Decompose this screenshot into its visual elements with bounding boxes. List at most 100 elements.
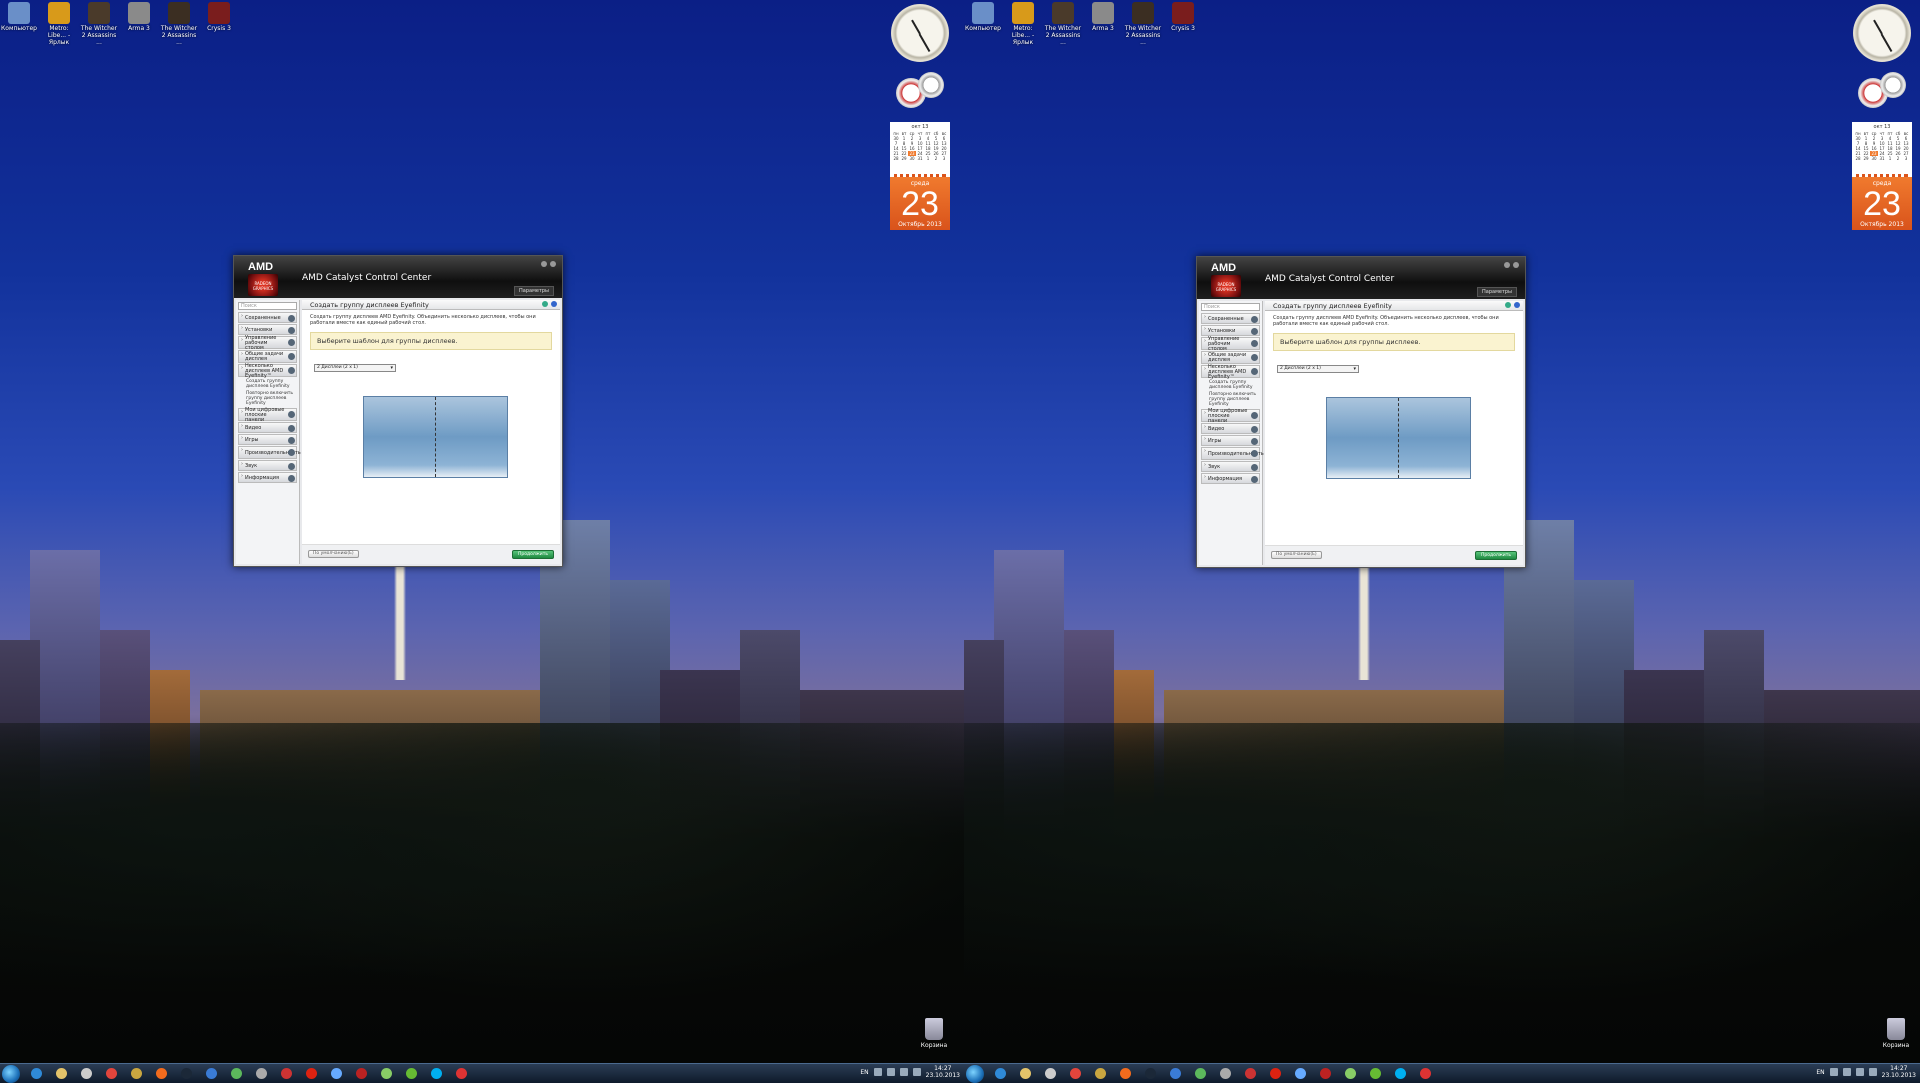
taskbar-app[interactable] [351, 1066, 371, 1082]
taskbar-app[interactable] [1240, 1066, 1260, 1082]
taskbar-app[interactable] [151, 1066, 171, 1082]
language-indicator[interactable]: EN [1816, 1069, 1824, 1076]
calendar-date[interactable]: 1 [1886, 156, 1894, 161]
taskbar-app[interactable] [326, 1066, 346, 1082]
sidebar-item[interactable]: Общие задачи дисплея [1201, 351, 1260, 364]
sidebar-item[interactable]: Сохраненные [238, 312, 297, 323]
start-button[interactable] [2, 1064, 20, 1083]
sidebar-subitem[interactable]: Повторно включить группу дисплеев Eyefin… [1199, 391, 1262, 408]
calendar-date[interactable]: 29 [1862, 156, 1870, 161]
taskbar-app[interactable] [1365, 1066, 1385, 1082]
calendar-date[interactable]: 29 [900, 156, 908, 161]
taskbar-app[interactable] [26, 1066, 46, 1082]
taskbar-app[interactable] [1165, 1066, 1185, 1082]
params-button[interactable]: Параметры [1477, 287, 1517, 297]
search-input[interactable]: Поиск [238, 302, 297, 310]
sidebar-item[interactable]: Управление рабочим столом [1201, 336, 1260, 351]
calendar-date[interactable]: 3 [940, 156, 948, 161]
calendar-date[interactable]: 1 [924, 156, 932, 161]
continue-button[interactable]: Продолжить [1475, 551, 1517, 560]
language-indicator[interactable]: EN [860, 1069, 868, 1076]
display-1[interactable] [1327, 398, 1398, 478]
close-icon[interactable] [550, 261, 556, 267]
default-button[interactable]: По умолчанию(E) [308, 550, 359, 558]
volume-icon[interactable] [899, 1068, 908, 1076]
taskbar-app[interactable] [301, 1066, 321, 1082]
taskbar-app[interactable] [126, 1066, 146, 1082]
taskbar-app[interactable] [990, 1066, 1010, 1082]
desktop-shortcut[interactable]: Crysis 3 [1164, 2, 1202, 46]
sidebar-item[interactable]: Информация [1201, 473, 1260, 484]
taskbar-app[interactable] [276, 1066, 296, 1082]
minimize-icon[interactable] [541, 261, 547, 267]
taskbar-app[interactable] [1390, 1066, 1410, 1082]
desktop-shortcut[interactable]: Компьютер [0, 2, 38, 46]
minimize-icon[interactable] [1504, 262, 1510, 268]
desktop-shortcut[interactable]: Metro: Libe... - Ярлык [1004, 2, 1042, 46]
catalyst-window[interactable]: AMD RADEON GRAPHICS AMD Catalyst Control… [233, 255, 563, 567]
display-2[interactable] [435, 397, 507, 477]
calendar-gadget[interactable]: окт 13 пн вт ср чт пт сб вс 30 1 2 3 4 5 6 7 8 9 10 11 12 13… [1852, 122, 1912, 230]
calendar-gadget[interactable]: окт 13 пн вт ср чт пт сб вс 30 1 2 3 4 5 6 7 8 9 10 11 12 13… [890, 122, 950, 230]
display-layout-preview[interactable] [1326, 397, 1471, 479]
calendar-date[interactable]: 28 [1854, 156, 1862, 161]
taskbar-app[interactable] [1140, 1066, 1160, 1082]
taskbar-app[interactable] [51, 1066, 71, 1082]
clock[interactable]: 14:27 23.10.2013 [926, 1065, 960, 1079]
taskbar-app[interactable] [1315, 1066, 1335, 1082]
tray-icon[interactable] [886, 1068, 895, 1076]
desktop-shortcut[interactable]: Компьютер [964, 2, 1002, 46]
taskbar-app[interactable] [1415, 1066, 1435, 1082]
window-header[interactable]: AMD RADEON GRAPHICS AMD Catalyst Control… [234, 256, 562, 298]
volume-icon[interactable] [1855, 1068, 1864, 1076]
clock-gadget[interactable] [1853, 4, 1911, 62]
sidebar-item[interactable]: Установки [238, 324, 297, 335]
sidebar-item[interactable]: Видео [1201, 423, 1260, 434]
desktop-shortcut[interactable]: Metro: Libe... - Ярлык [40, 2, 78, 46]
taskbar-app[interactable] [1065, 1066, 1085, 1082]
start-button[interactable] [966, 1064, 984, 1083]
back-icon[interactable] [1505, 302, 1511, 308]
tray-icon[interactable] [873, 1068, 882, 1076]
tray-icon[interactable] [1829, 1068, 1838, 1076]
taskbar-app[interactable] [251, 1066, 271, 1082]
desktop-shortcut[interactable]: Arma 3 [120, 2, 158, 46]
cpu-meter-gadget[interactable] [1858, 72, 1906, 110]
recycle-bin[interactable]: Корзина [1876, 1018, 1916, 1049]
taskbar-app[interactable] [1040, 1066, 1060, 1082]
taskbar-app[interactable] [76, 1066, 96, 1082]
tray-icon[interactable] [1842, 1068, 1851, 1076]
taskbar-app[interactable] [226, 1066, 246, 1082]
calendar-date[interactable]: 28 [892, 156, 900, 161]
sidebar-item[interactable]: Мои цифровые плоские панели [1201, 408, 1260, 423]
recycle-bin[interactable]: Корзина [914, 1018, 954, 1049]
sidebar-item[interactable]: Видео [238, 422, 297, 433]
default-button[interactable]: По умолчанию(E) [1271, 551, 1322, 559]
calendar-date[interactable]: 30 [1870, 156, 1878, 161]
taskbar-app[interactable] [1340, 1066, 1360, 1082]
sidebar-subitem[interactable]: Повторно включить группу дисплеев Eyefin… [236, 390, 299, 407]
calendar-date[interactable]: 30 [908, 156, 916, 161]
desktop-shortcut[interactable]: The Witcher 2 Assassins ... [160, 2, 198, 46]
taskbar-app[interactable] [1090, 1066, 1110, 1082]
help-icon[interactable] [551, 301, 557, 307]
sidebar-item[interactable]: Мои цифровые плоские панели [238, 407, 297, 422]
desktop-shortcut[interactable]: The Witcher 2 Assassins ... [80, 2, 118, 46]
sidebar-item[interactable]: Производительность [238, 446, 301, 459]
catalyst-window[interactable]: AMD RADEON GRAPHICS AMD Catalyst Control… [1196, 256, 1526, 568]
desktop-shortcut[interactable]: Arma 3 [1084, 2, 1122, 46]
clock-gadget[interactable] [891, 4, 949, 62]
taskbar-app[interactable] [451, 1066, 471, 1082]
sidebar-item[interactable]: Звук [238, 460, 297, 471]
display-layout-preview[interactable] [363, 396, 508, 478]
taskbar-app[interactable] [401, 1066, 421, 1082]
sidebar-item[interactable]: Игры [238, 434, 297, 445]
search-input[interactable]: Поиск [1201, 303, 1260, 311]
taskbar-app[interactable] [1190, 1066, 1210, 1082]
sidebar-item[interactable]: Несколько дисплеев AMD Eyefinity™ [238, 363, 297, 378]
taskbar-app[interactable] [1265, 1066, 1285, 1082]
desktop-shortcut[interactable]: The Witcher 2 Assassins ... [1044, 2, 1082, 46]
desktop-shortcut[interactable]: Crysis 3 [200, 2, 238, 46]
calendar-date[interactable]: 3 [1902, 156, 1910, 161]
clock[interactable]: 14:27 23.10.2013 [1882, 1065, 1916, 1079]
